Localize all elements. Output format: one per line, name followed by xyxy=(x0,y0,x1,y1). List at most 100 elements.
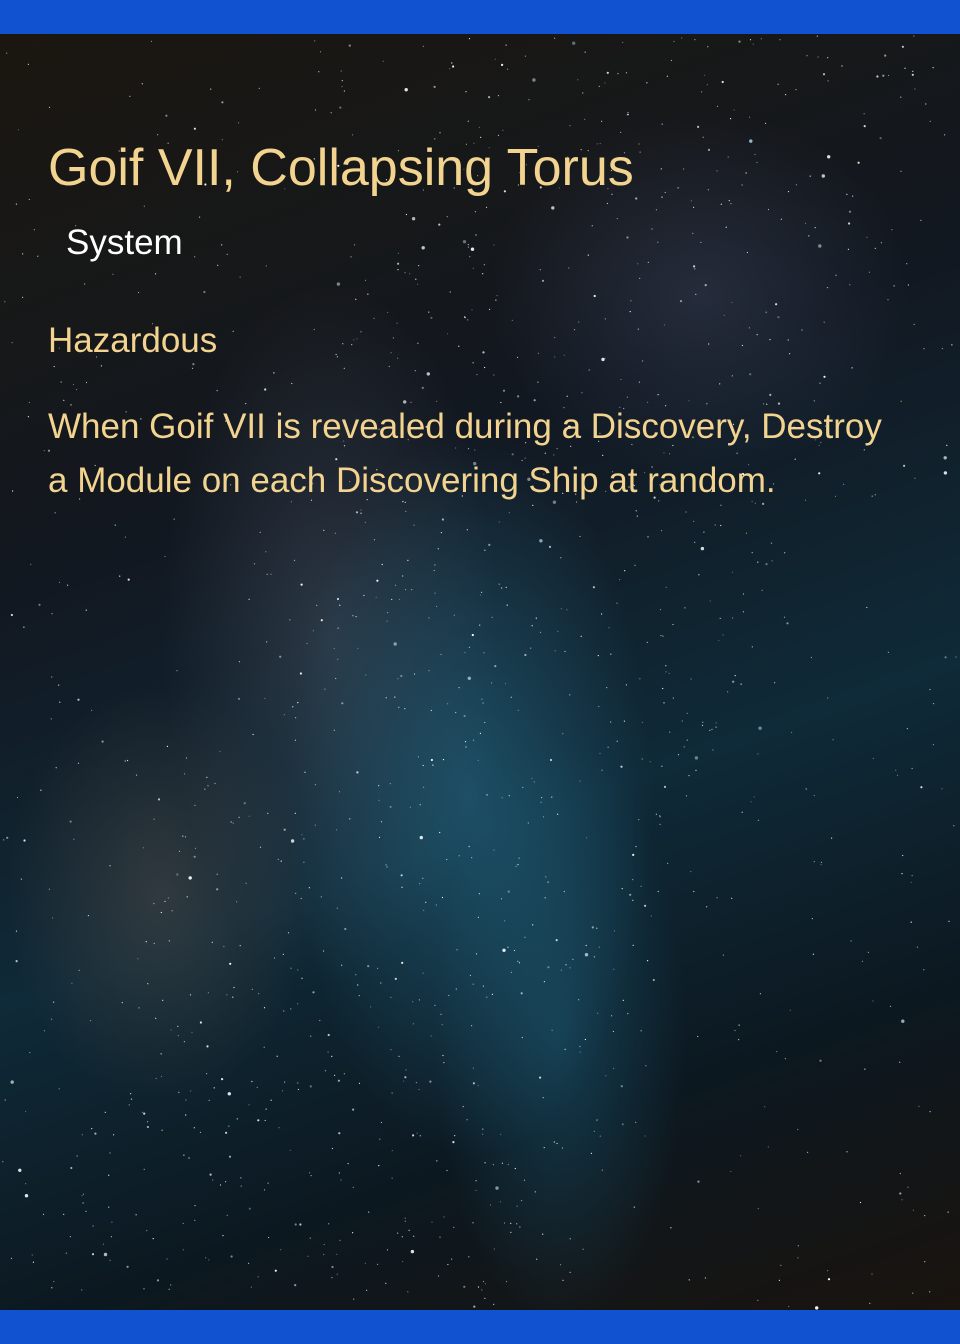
star xyxy=(408,1229,410,1231)
star xyxy=(669,731,671,733)
star xyxy=(143,1288,145,1290)
star xyxy=(784,1058,787,1060)
star xyxy=(409,273,411,275)
star xyxy=(10,613,13,617)
star xyxy=(58,1088,60,1090)
star xyxy=(58,684,60,686)
star xyxy=(295,892,297,895)
star xyxy=(81,1195,83,1197)
star xyxy=(910,881,912,883)
star xyxy=(101,740,104,743)
star xyxy=(364,1262,366,1264)
star xyxy=(613,968,615,970)
star xyxy=(690,200,692,202)
star xyxy=(817,56,819,58)
star xyxy=(902,854,904,857)
star xyxy=(463,1285,466,1288)
star xyxy=(560,969,563,971)
star xyxy=(191,1031,193,1033)
star xyxy=(25,1110,27,1113)
star xyxy=(347,1163,349,1165)
star xyxy=(109,865,111,867)
star xyxy=(488,543,491,546)
star xyxy=(436,1160,438,1162)
star xyxy=(732,680,735,683)
star xyxy=(910,921,912,923)
star xyxy=(328,1223,330,1225)
star xyxy=(884,54,887,57)
star xyxy=(652,978,655,982)
star xyxy=(152,1238,154,1240)
star xyxy=(704,284,707,287)
star xyxy=(307,1255,309,1257)
star xyxy=(650,915,652,917)
star xyxy=(912,1292,914,1294)
star xyxy=(274,1269,277,1272)
star xyxy=(439,831,441,834)
star xyxy=(294,1284,297,1287)
star xyxy=(449,68,451,70)
star xyxy=(434,592,436,594)
star xyxy=(352,1186,354,1188)
star xyxy=(430,758,433,762)
star xyxy=(156,1279,160,1282)
star xyxy=(257,1119,260,1122)
star xyxy=(10,1257,13,1259)
star xyxy=(582,1248,584,1250)
star xyxy=(373,317,375,319)
star xyxy=(947,1211,949,1213)
star xyxy=(941,347,944,350)
star xyxy=(738,40,741,43)
star xyxy=(807,1151,809,1153)
star xyxy=(901,873,903,875)
star xyxy=(827,155,831,159)
star xyxy=(6,52,8,54)
star xyxy=(370,1006,372,1008)
star xyxy=(426,372,430,376)
star xyxy=(485,206,488,208)
star xyxy=(664,191,666,194)
star xyxy=(778,1279,781,1281)
star xyxy=(367,965,370,968)
star xyxy=(51,676,53,678)
star xyxy=(266,573,268,576)
star xyxy=(155,273,157,275)
star xyxy=(635,510,637,512)
star xyxy=(314,40,316,42)
star xyxy=(471,857,473,859)
star xyxy=(746,251,749,254)
star xyxy=(282,953,284,956)
star xyxy=(189,994,192,996)
star xyxy=(335,677,337,680)
star xyxy=(320,619,323,622)
star xyxy=(130,1093,132,1095)
star xyxy=(239,945,241,947)
star xyxy=(245,882,247,884)
star xyxy=(532,924,534,926)
star xyxy=(2,1161,4,1163)
star xyxy=(405,213,407,216)
star xyxy=(707,148,711,151)
star xyxy=(610,721,612,723)
star xyxy=(593,1130,595,1132)
star xyxy=(816,35,818,37)
star xyxy=(767,208,770,211)
star xyxy=(478,126,480,128)
star xyxy=(336,282,341,286)
star xyxy=(659,609,662,611)
star xyxy=(422,764,424,767)
star xyxy=(542,1233,544,1235)
star xyxy=(72,383,75,386)
star xyxy=(343,90,345,92)
star xyxy=(809,175,811,177)
star xyxy=(777,316,780,319)
star xyxy=(630,300,632,302)
star xyxy=(520,992,523,995)
star xyxy=(4,301,6,303)
star xyxy=(563,890,565,893)
star xyxy=(891,229,893,231)
star xyxy=(787,191,790,193)
star xyxy=(381,563,383,566)
star xyxy=(391,1150,393,1152)
star xyxy=(331,1055,333,1057)
